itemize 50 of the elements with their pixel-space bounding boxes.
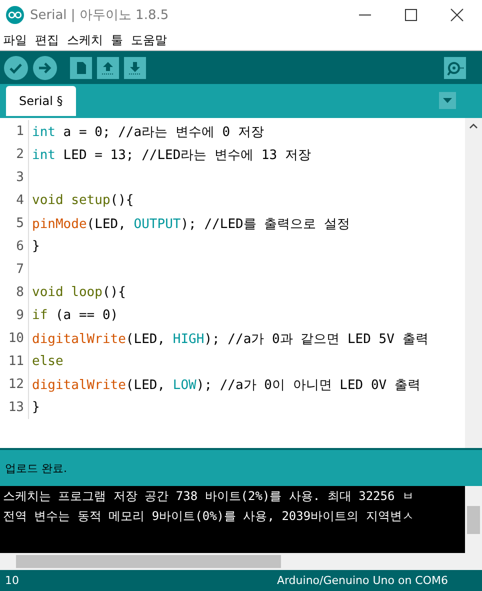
line-number: 10 [0, 327, 29, 350]
window-title: Serial | 아두이노 1.8.5 [30, 7, 169, 24]
line-number: 12 [0, 373, 29, 396]
console-line: 전역 변수는 동적 메모리 9바이트(0%)를 사용, 2039바이트의 지역변ㅅ [3, 508, 415, 525]
serial-monitor-button[interactable] [444, 56, 466, 78]
new-file-button[interactable] [70, 56, 92, 78]
code-line: } [32, 400, 40, 415]
menu-item[interactable]: 도움말 [131, 32, 167, 48]
scroll-up-icon[interactable] [469, 123, 478, 129]
save-button[interactable] [124, 56, 146, 78]
scrollbar[interactable] [465, 118, 482, 448]
tab[interactable]: Serial § [6, 86, 76, 116]
maximize-icon[interactable] [404, 8, 418, 22]
line-number: 2 [0, 143, 29, 166]
code-line: int a = 0; //a라는 변수에 0 저장 [32, 124, 264, 140]
line-number: 8 [0, 281, 29, 304]
line-number: 1 [0, 120, 29, 143]
menu-item[interactable]: 스케치 [67, 32, 103, 48]
horizontal-scrollbar[interactable] [0, 553, 482, 570]
code-line: } [32, 239, 40, 254]
status-message: 업로드 완료. [5, 460, 67, 476]
line-number: 9 [0, 304, 29, 327]
menu-item[interactable]: 툴 [111, 32, 123, 48]
board-info: Arduino/Genuino Uno on COM6 [276, 574, 448, 587]
code-line: if (a == 0) [32, 308, 118, 323]
code-line: else [32, 354, 64, 369]
line-number: 7 [0, 258, 29, 281]
line-indicator: 10 [5, 574, 19, 587]
code-line: digitalWrite(LED, LOW); //a가 0이 아니면 LED 0V 출력 [32, 376, 420, 394]
code-line: void loop(){ [32, 285, 126, 300]
code-line: void setup(){ [32, 193, 134, 208]
close-icon[interactable] [450, 8, 464, 22]
line-number: 6 [0, 235, 29, 258]
verify-button[interactable] [4, 56, 28, 80]
line-number: 11 [0, 350, 29, 373]
upload-button[interactable] [33, 56, 57, 80]
menu-item[interactable]: 파일 [3, 32, 27, 48]
line-number: 5 [0, 212, 29, 235]
code-line: int LED = 13; //LED라는 변수에 13 저장 [32, 146, 311, 164]
code-line: pinMode(LED, OUTPUT); //LED를 출력으로 설정 [32, 216, 350, 232]
menu-item[interactable]: 편집 [35, 32, 59, 48]
code-line: digitalWrite(LED, HIGH); //a가 0과 같으면 LED 5V 출력 [32, 330, 428, 348]
app-logo-icon [6, 6, 24, 24]
line-number: 4 [0, 189, 29, 212]
line-number: 3 [0, 166, 29, 189]
console-line: 스케치는 프로그램 저장 공간 738 바이트(2%)를 사용. 최대 32256 ㅂ [3, 488, 415, 505]
open-button[interactable] [97, 56, 119, 78]
line-number: 13 [0, 396, 29, 419]
scrollbar[interactable] [465, 486, 482, 553]
tab-menu-icon[interactable] [439, 92, 456, 108]
